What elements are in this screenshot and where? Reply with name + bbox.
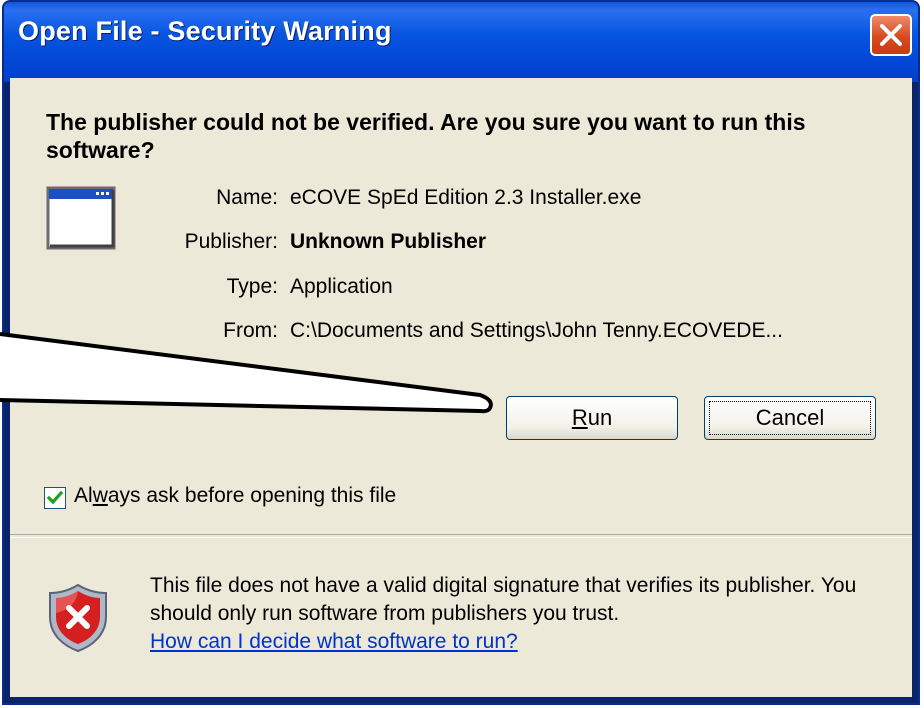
callout-pointer	[0, 332, 493, 414]
